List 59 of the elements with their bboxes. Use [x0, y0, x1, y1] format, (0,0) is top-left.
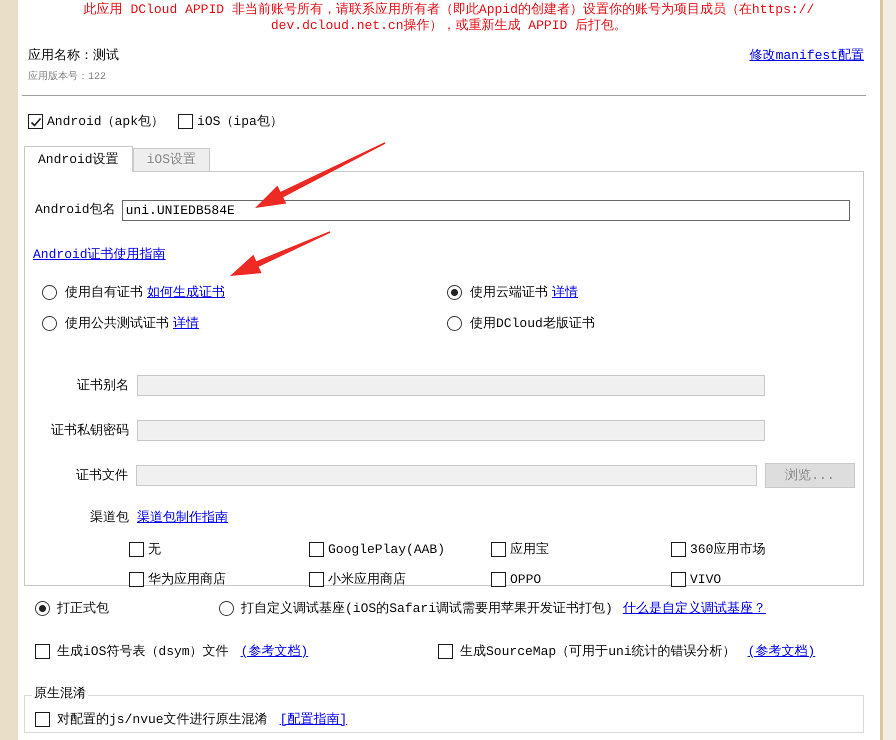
field-label: 渠道包: [89, 509, 129, 527]
radio-label: 打正式包: [57, 600, 109, 618]
radio-label: 使用自有证书: [65, 284, 143, 302]
field-label: Android包名: [35, 201, 116, 220]
radio-label: 打自定义调试基座(iOS的Safari调试需要用苹果开发证书打包): [241, 600, 613, 618]
help-link[interactable]: 什么是自定义调试基座？: [622, 598, 766, 618]
checkbox[interactable]: [309, 542, 324, 557]
radio-button[interactable]: [42, 316, 57, 331]
checkbox-label: VIVO: [690, 571, 722, 589]
checkbox[interactable]: [671, 542, 686, 557]
package-name-field[interactable]: uni.UNIEDB584E: [122, 200, 850, 220]
checkbox-label: 华为应用商店: [148, 571, 226, 589]
checkbox[interactable]: [129, 542, 144, 557]
field-label: 证书文件: [74, 466, 128, 485]
details-link[interactable]: 如何生成证书: [147, 283, 225, 302]
app-version-label: 应用版本号：122: [28, 70, 108, 84]
reference-link[interactable]: (参考文档): [240, 642, 308, 662]
checkbox[interactable]: [35, 712, 50, 728]
checkbox[interactable]: [129, 572, 144, 588]
checkbox-label: 生成iOS符号表（dsym）文件: [57, 643, 229, 661]
checkbox-label: 360应用市场: [690, 540, 766, 558]
reference-link[interactable]: (参考文档): [748, 642, 816, 662]
checkbox-label: Android（apk包）: [47, 112, 164, 130]
channel-guide-link[interactable]: 渠道包制作指南: [137, 508, 228, 528]
details-link[interactable]: 详情: [552, 283, 578, 302]
checkbox-label: 小米应用商店: [328, 571, 406, 589]
checkbox[interactable]: [438, 644, 453, 660]
checkbox-label: 对配置的js/nvue文件进行原生混淆: [57, 711, 268, 729]
checkbox[interactable]: [491, 572, 506, 588]
warning-message: 此应用 DCloud APPID 非当前账号所有，请联系应用所有者（即此Appid的创建者）设置你的账号为项目成员（在https:// dev.dcloud.net.cn操作），或重新生成 APPID 后打包。: [82, 1, 816, 34]
checkbox-label: GooglePlay(AAB): [328, 540, 446, 558]
tab[interactable]: Android设置: [24, 146, 133, 172]
certificate-guide-link[interactable]: Android证书使用指南: [33, 246, 166, 262]
checkbox-label: 生成SourceMap（可用于uni统计的错误分析）: [460, 643, 736, 661]
checkbox[interactable]: [35, 644, 50, 660]
radio-label: 使用云端证书: [470, 284, 548, 302]
radio-label: 使用DCloud老版证书: [470, 314, 595, 332]
checkbox[interactable]: [178, 114, 194, 129]
radio-button[interactable]: [35, 600, 50, 616]
details-link[interactable]: 详情: [173, 314, 199, 333]
checkbox-label: 无: [148, 540, 161, 558]
field-label: 证书别名: [76, 376, 129, 395]
checkbox-label: 应用宝: [510, 540, 549, 558]
field-label: 证书私钥密码: [50, 422, 129, 440]
checkbox-label: iOS（ipa包）: [197, 112, 283, 130]
checkbox-label: OPPO: [510, 571, 542, 589]
group-label: 原生混淆: [32, 686, 88, 700]
radio-button[interactable]: [219, 600, 234, 616]
guide-link[interactable]: [配置指南]: [280, 710, 348, 730]
radio-label: 使用公共测试证书: [65, 314, 169, 332]
radio-button[interactable]: [447, 285, 462, 300]
radio-button[interactable]: [447, 316, 462, 331]
radio-button[interactable]: [42, 285, 57, 300]
checkbox[interactable]: [491, 542, 506, 557]
checkbox[interactable]: [309, 572, 324, 588]
manifest-link[interactable]: 修改manifest配置: [750, 46, 864, 66]
app-name-label: 应用名称：测试: [28, 47, 119, 65]
checkbox[interactable]: [671, 572, 686, 588]
checkbox[interactable]: [28, 114, 43, 129]
